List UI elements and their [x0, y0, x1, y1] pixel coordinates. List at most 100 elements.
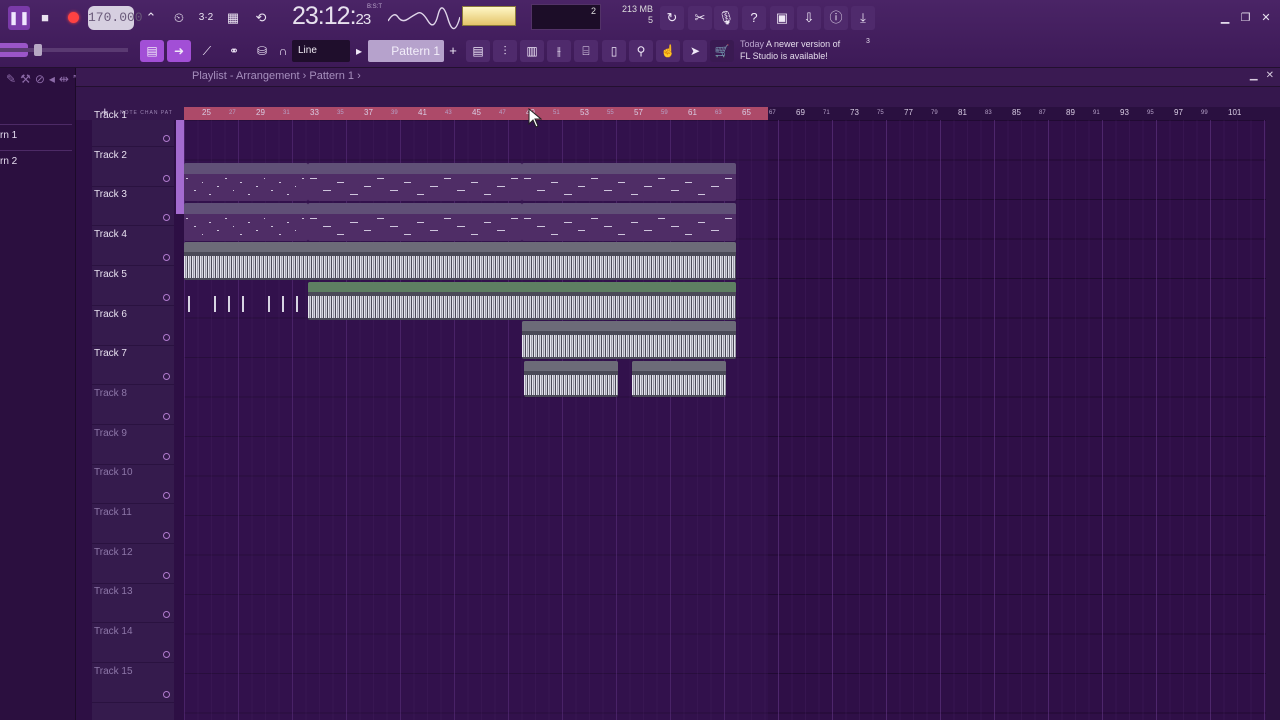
- pattern-clip[interactable]: ▤ Pattern 2: [308, 163, 522, 201]
- delete-icon[interactable]: ⊘: [35, 72, 49, 86]
- track-header[interactable]: Track 5: [92, 267, 174, 306]
- news-panel[interactable]: Today A newer version of FL Studio is av…: [740, 38, 880, 66]
- touch-controller-icon[interactable]: ☝: [656, 40, 680, 62]
- piano-roll-icon[interactable]: ▤: [140, 40, 164, 62]
- browser-item[interactable]: rn 2: [0, 150, 72, 172]
- loop-record-icon[interactable]: ⟲: [250, 6, 272, 30]
- track-mute-icon[interactable]: [163, 532, 170, 539]
- metronome-icon[interactable]: ⌃: [140, 6, 162, 30]
- track-header[interactable]: Track 11: [92, 505, 174, 544]
- audio-clip[interactable]: [184, 242, 736, 280]
- playlist-icon[interactable]: ▤: [466, 40, 490, 62]
- restore-icon[interactable]: ❐: [1238, 11, 1254, 24]
- info-icon[interactable]: ⓘ: [824, 6, 848, 30]
- export-icon[interactable]: ⇩: [797, 6, 821, 30]
- snap-select[interactable]: Line: [292, 40, 350, 62]
- tempo-display[interactable]: 170.000: [88, 6, 143, 30]
- piano-roll-window-icon[interactable]: ▥: [520, 40, 544, 62]
- audio-clip[interactable]: [524, 361, 618, 397]
- add-pattern-button[interactable]: +: [446, 40, 460, 62]
- track-mute-icon[interactable]: [163, 293, 170, 301]
- pattern-clip[interactable]: ▤ Pattern 2: [522, 163, 736, 201]
- track-header[interactable]: Track 4: [92, 227, 174, 267]
- track-mute-icon[interactable]: [163, 651, 170, 659]
- audio-hit[interactable]: [214, 296, 216, 312]
- slip-icon[interactable]: ⇹: [59, 72, 73, 86]
- close-icon[interactable]: ✕: [1258, 11, 1274, 24]
- audio-clip[interactable]: [632, 361, 726, 397]
- audio-hit[interactable]: [242, 296, 244, 312]
- close-icon[interactable]: ✕: [1266, 70, 1274, 81]
- audio-hit[interactable]: [296, 296, 298, 312]
- audio-hit[interactable]: [188, 296, 190, 312]
- track-mute-icon[interactable]: [163, 690, 170, 698]
- track-header[interactable]: Track 10: [92, 465, 174, 505]
- audio-clip[interactable]: [308, 282, 736, 320]
- minimize-icon[interactable]: ▁: [1250, 70, 1258, 81]
- channel-rack-icon[interactable]: ⫶: [493, 40, 517, 62]
- timeline-ruler[interactable]: 2527293133353739414345474951535557596163…: [184, 107, 1280, 120]
- magnet-icon[interactable]: ∩: [276, 40, 290, 62]
- undo-icon[interactable]: ↻: [660, 6, 684, 30]
- pause-button[interactable]: ❚❚: [8, 6, 30, 30]
- track-header[interactable]: Track 15: [92, 664, 174, 703]
- save-icon[interactable]: ▣: [770, 6, 794, 30]
- wait-input-icon[interactable]: ⏲: [168, 6, 190, 30]
- track-header[interactable]: Track 2: [92, 148, 174, 187]
- track-mute-icon[interactable]: [163, 492, 170, 500]
- record-button[interactable]: [62, 6, 84, 30]
- track-mute-icon[interactable]: [163, 174, 170, 182]
- track-header[interactable]: Track 8: [92, 386, 174, 425]
- track-header[interactable]: Track 9: [92, 426, 174, 465]
- pattern-clip[interactable]: ▤ Pattern 2: [184, 163, 308, 201]
- download-icon[interactable]: ⤓: [851, 6, 875, 30]
- cut-icon[interactable]: ✂: [688, 6, 712, 30]
- help-icon[interactable]: ?: [742, 6, 766, 30]
- draw-tool-icon[interactable]: ⟋: [195, 40, 219, 62]
- audio-clip[interactable]: [522, 321, 736, 359]
- microphone-icon[interactable]: 🎙: [714, 6, 738, 30]
- master-pitch-knob[interactable]: [34, 44, 42, 56]
- pattern-clip[interactable]: ▤ Pattern 1: [522, 203, 736, 241]
- track-header[interactable]: Track 7: [92, 346, 174, 386]
- track-header[interactable]: Track 3: [92, 187, 174, 227]
- mute-icon[interactable]: ◂: [49, 72, 59, 86]
- brush-icon[interactable]: ⚒: [20, 72, 35, 86]
- pattern-select[interactable]: Pattern 1: [368, 40, 444, 62]
- record-mode-icon[interactable]: ➜: [167, 40, 191, 62]
- track-mute-icon[interactable]: [163, 611, 170, 619]
- track-mute-icon[interactable]: [163, 214, 170, 222]
- audio-hit[interactable]: [228, 296, 230, 312]
- mixer-icon[interactable]: ⫲: [547, 40, 571, 62]
- browser-item[interactable]: rn 1: [0, 124, 72, 146]
- track-mute-icon[interactable]: [163, 452, 170, 460]
- vertical-scrollbar[interactable]: [1266, 120, 1280, 720]
- track-header[interactable]: Track 13: [92, 584, 174, 624]
- track-mute-icon[interactable]: [163, 412, 170, 420]
- remote-icon[interactable]: ➤: [683, 40, 707, 62]
- master-pitch-slider[interactable]: [0, 48, 128, 52]
- track-header[interactable]: Track 6: [92, 307, 174, 346]
- pattern-clip[interactable]: ▤ Pattern 1: [308, 203, 522, 241]
- stop-button[interactable]: ■: [34, 6, 56, 30]
- pencil-icon[interactable]: ✎: [6, 72, 20, 86]
- track-mute-icon[interactable]: [163, 254, 170, 262]
- audio-hit[interactable]: [282, 296, 284, 312]
- track-mute-icon[interactable]: [163, 135, 170, 142]
- track-mute-icon[interactable]: [163, 373, 170, 381]
- blend-notes-icon[interactable]: ▦: [222, 6, 244, 30]
- plugin-picker-icon[interactable]: ⚲: [629, 40, 653, 62]
- track-mute-icon[interactable]: [163, 333, 170, 341]
- audio-hit[interactable]: [268, 296, 270, 312]
- minimize-icon[interactable]: ▁: [1217, 11, 1233, 24]
- link-icon[interactable]: ⚭: [222, 40, 246, 62]
- browser-icon[interactable]: ⌸: [574, 40, 598, 62]
- stamp-icon[interactable]: ⛁: [250, 40, 274, 62]
- track-header[interactable]: Track 12: [92, 545, 174, 584]
- project-icon[interactable]: ▯: [602, 40, 626, 62]
- shop-icon[interactable]: 🛒: [710, 40, 734, 62]
- pattern-clip[interactable]: ▤ Pattern 1: [184, 203, 308, 241]
- track-header[interactable]: Track 14: [92, 624, 174, 664]
- pattern-prev-icon[interactable]: ▸: [352, 40, 366, 62]
- track-header[interactable]: Track 1: [92, 108, 174, 147]
